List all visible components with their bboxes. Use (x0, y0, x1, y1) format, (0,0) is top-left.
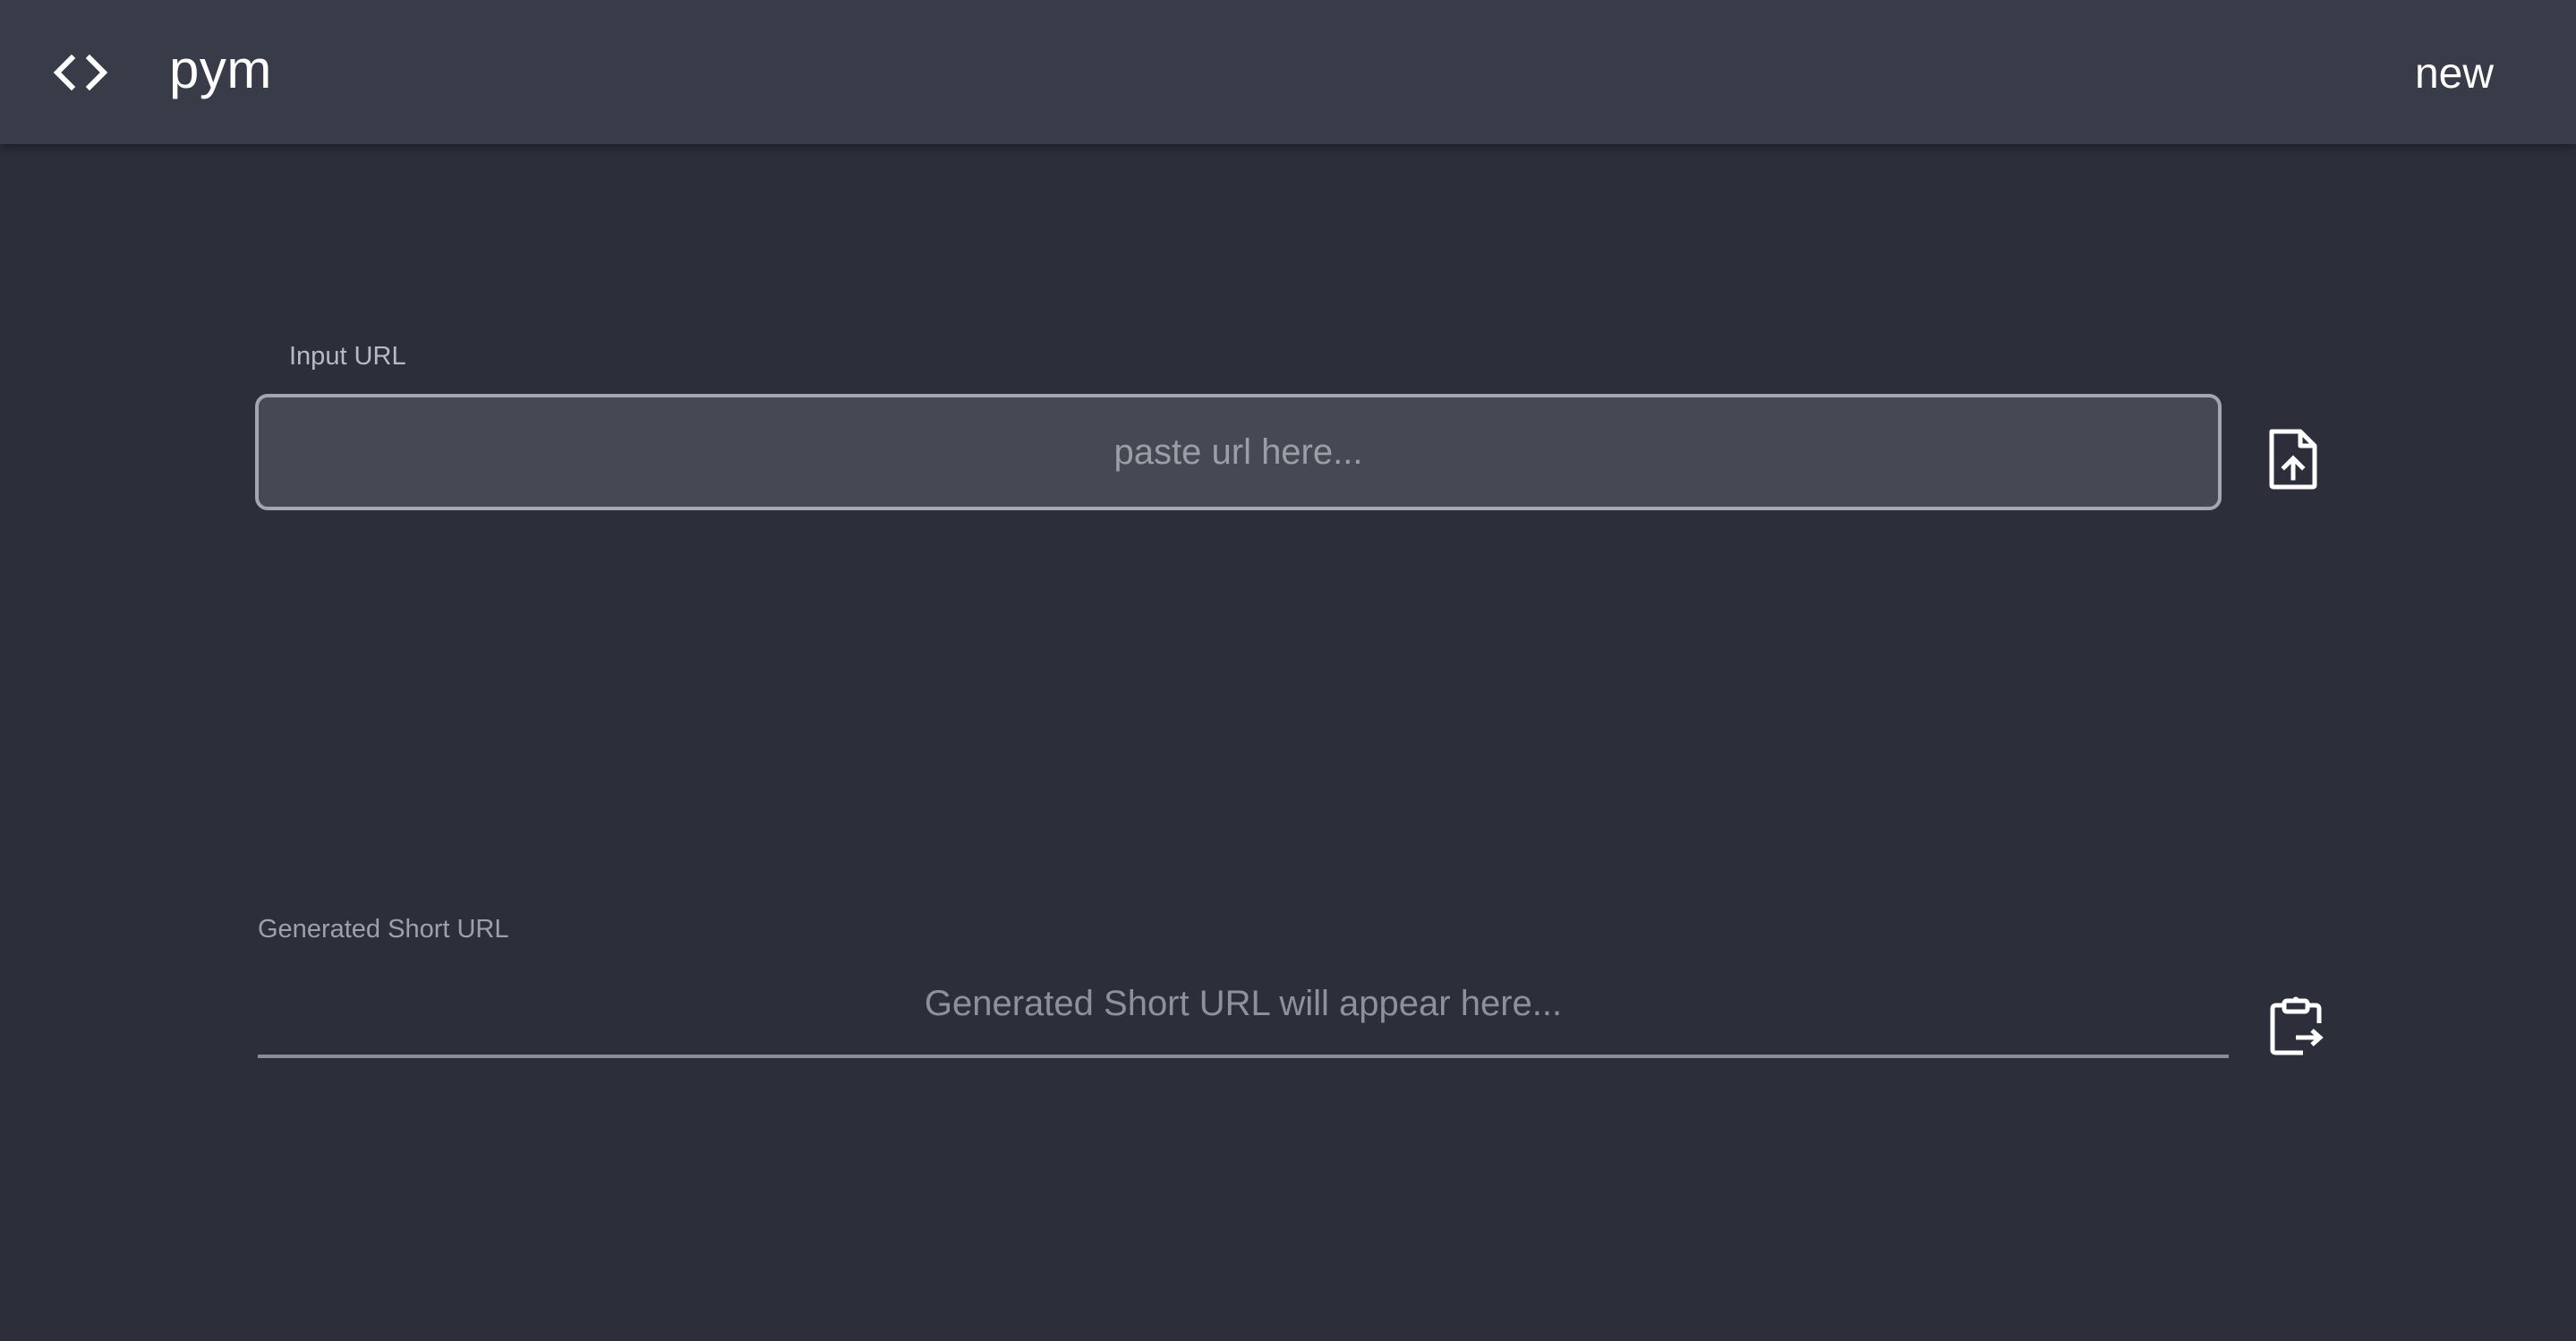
input-url-label: Input URL (289, 342, 406, 371)
code-brackets-icon[interactable] (52, 50, 109, 95)
new-button[interactable]: new (2415, 43, 2494, 106)
clipboard-copy-icon[interactable] (2269, 996, 2324, 1055)
app-brand-title: pym (169, 39, 272, 99)
file-upload-icon[interactable] (2266, 428, 2320, 491)
app-root: pym new Input URL Generated Short URL Ge… (0, 0, 2576, 1341)
top-app-bar: pym new (0, 0, 2576, 144)
short-url-output[interactable]: Generated Short URL will appear here... (258, 969, 2229, 1058)
short-url-label: Generated Short URL (258, 915, 509, 944)
url-input[interactable] (255, 394, 2222, 510)
